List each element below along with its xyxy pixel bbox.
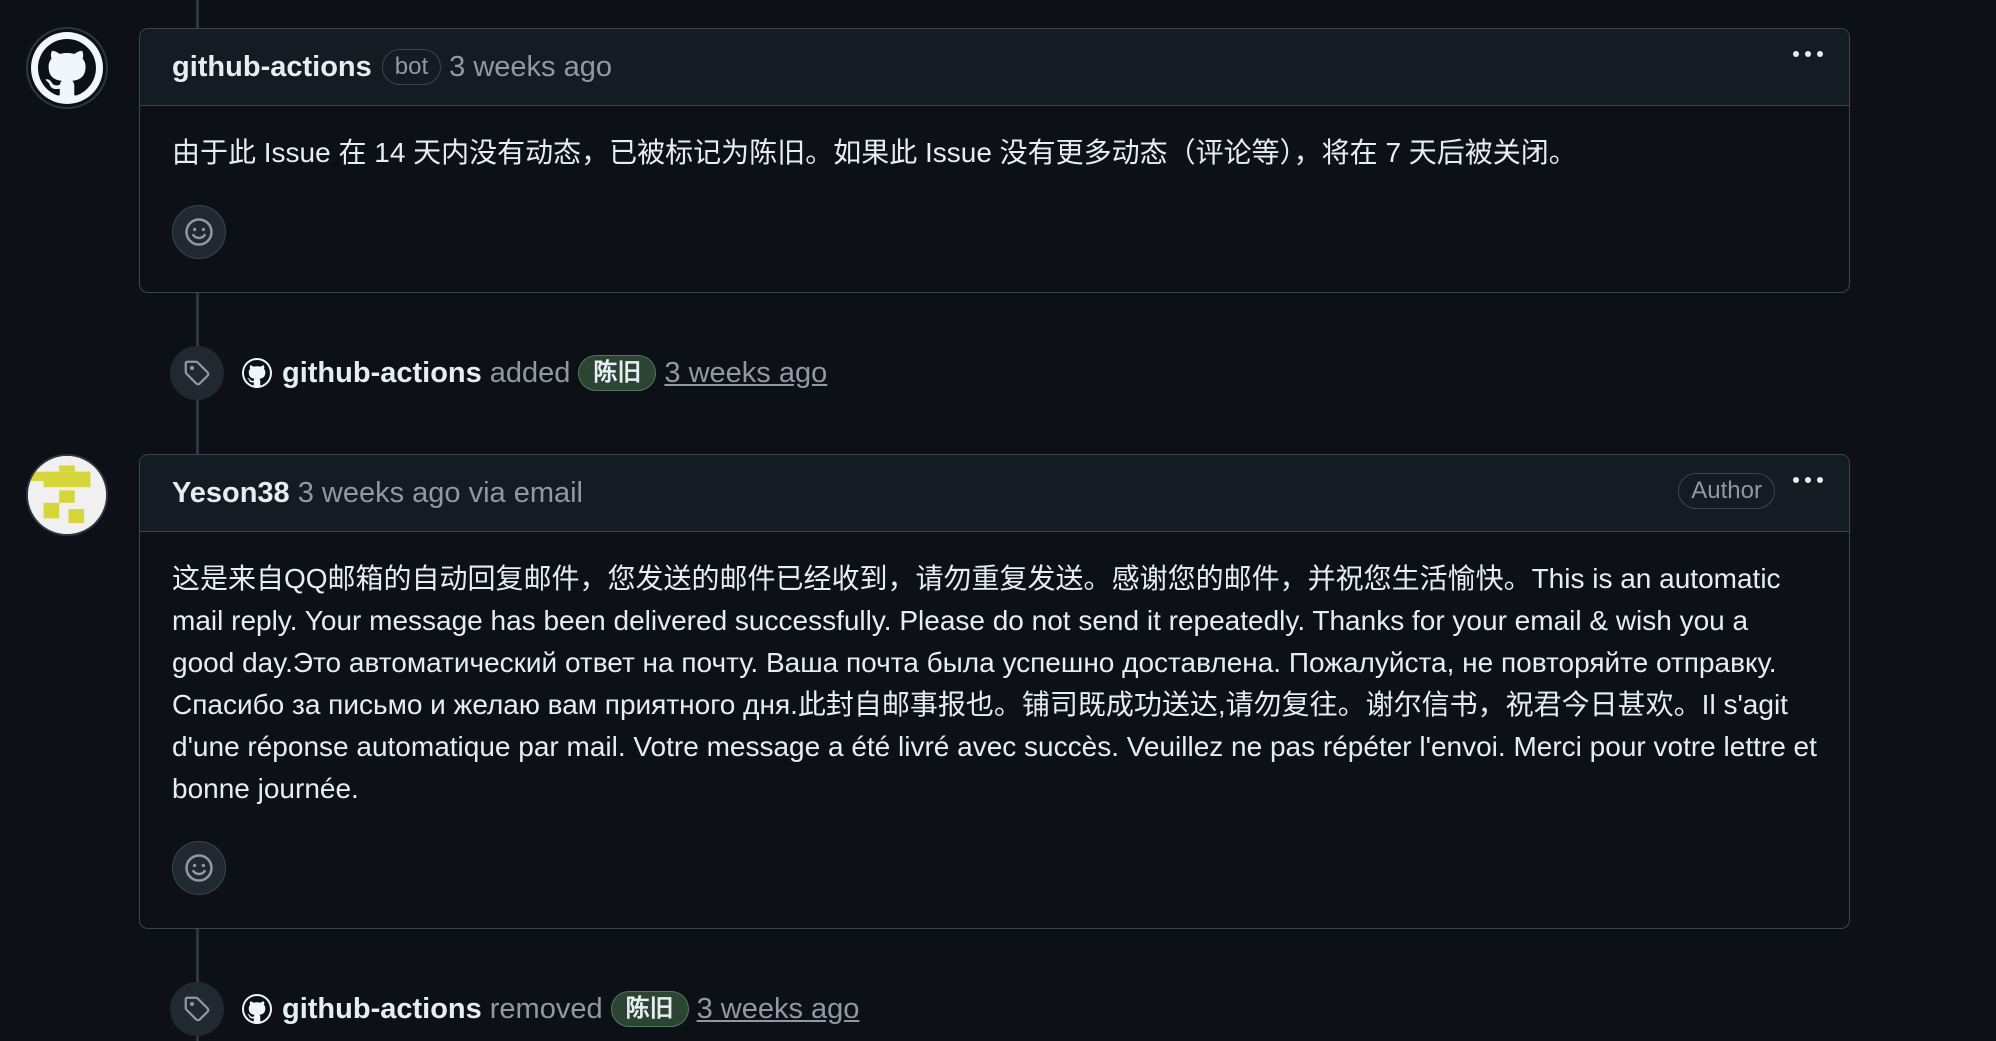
comment-header: Yeson38 3 weeks ago via email Author: [140, 455, 1849, 532]
label-chip[interactable]: 陈旧: [578, 355, 657, 391]
comment-timestamp[interactable]: 3 weeks ago: [449, 51, 612, 84]
timeline-event: github-actions removed 陈旧 3 weeks ago: [170, 981, 859, 1037]
github-logo-icon: [38, 39, 96, 96]
comment-body: 这是来自QQ邮箱的自动回复邮件，您发送的邮件已经收到，请勿重复发送。感谢您的邮件…: [172, 563, 1817, 804]
author-badge: Author: [1678, 473, 1775, 509]
event-action: added: [489, 356, 571, 389]
event-timestamp[interactable]: 3 weeks ago: [664, 357, 827, 390]
event-actor[interactable]: github-actions: [282, 993, 482, 1026]
comment-body: 由于此 Issue 在 14 天内没有动态，已被标记为陈旧。如果此 Issue …: [172, 137, 1577, 168]
smiley-icon: [185, 854, 213, 882]
tag-icon: [170, 982, 224, 1036]
comment-header: github-actions bot 3 weeks ago: [140, 29, 1849, 106]
yeson38-avatar[interactable]: [26, 454, 108, 536]
bot-badge: bot: [381, 49, 442, 85]
github-actions-avatar[interactable]: [242, 358, 272, 388]
timeline-line: [196, 0, 199, 28]
identicon: [28, 456, 106, 534]
comment-card: github-actions bot 3 weeks ago 由于此 Issue…: [139, 28, 1850, 293]
comment-timestamp[interactable]: 3 weeks ago via email: [298, 477, 583, 510]
timeline-event: github-actions added 陈旧 3 weeks ago: [170, 345, 827, 401]
comment-author[interactable]: Yeson38: [172, 477, 290, 510]
comment-card: Yeson38 3 weeks ago via email Author 这是来…: [139, 454, 1850, 929]
event-timestamp[interactable]: 3 weeks ago: [697, 993, 860, 1026]
github-actions-avatar[interactable]: [26, 27, 108, 109]
more-options-icon[interactable]: [1793, 51, 1823, 57]
event-actor[interactable]: github-actions: [282, 357, 482, 390]
add-reaction-button[interactable]: [172, 841, 226, 895]
github-logo-icon: [244, 996, 270, 1022]
github-actions-avatar[interactable]: [242, 994, 272, 1024]
comment-author[interactable]: github-actions: [172, 51, 372, 84]
smiley-icon: [185, 218, 213, 246]
more-options-icon[interactable]: [1793, 477, 1823, 483]
label-chip[interactable]: 陈旧: [610, 991, 689, 1027]
event-action: removed: [489, 992, 603, 1025]
github-logo-icon: [244, 360, 270, 386]
tag-icon: [170, 346, 224, 400]
add-reaction-button[interactable]: [172, 205, 226, 259]
